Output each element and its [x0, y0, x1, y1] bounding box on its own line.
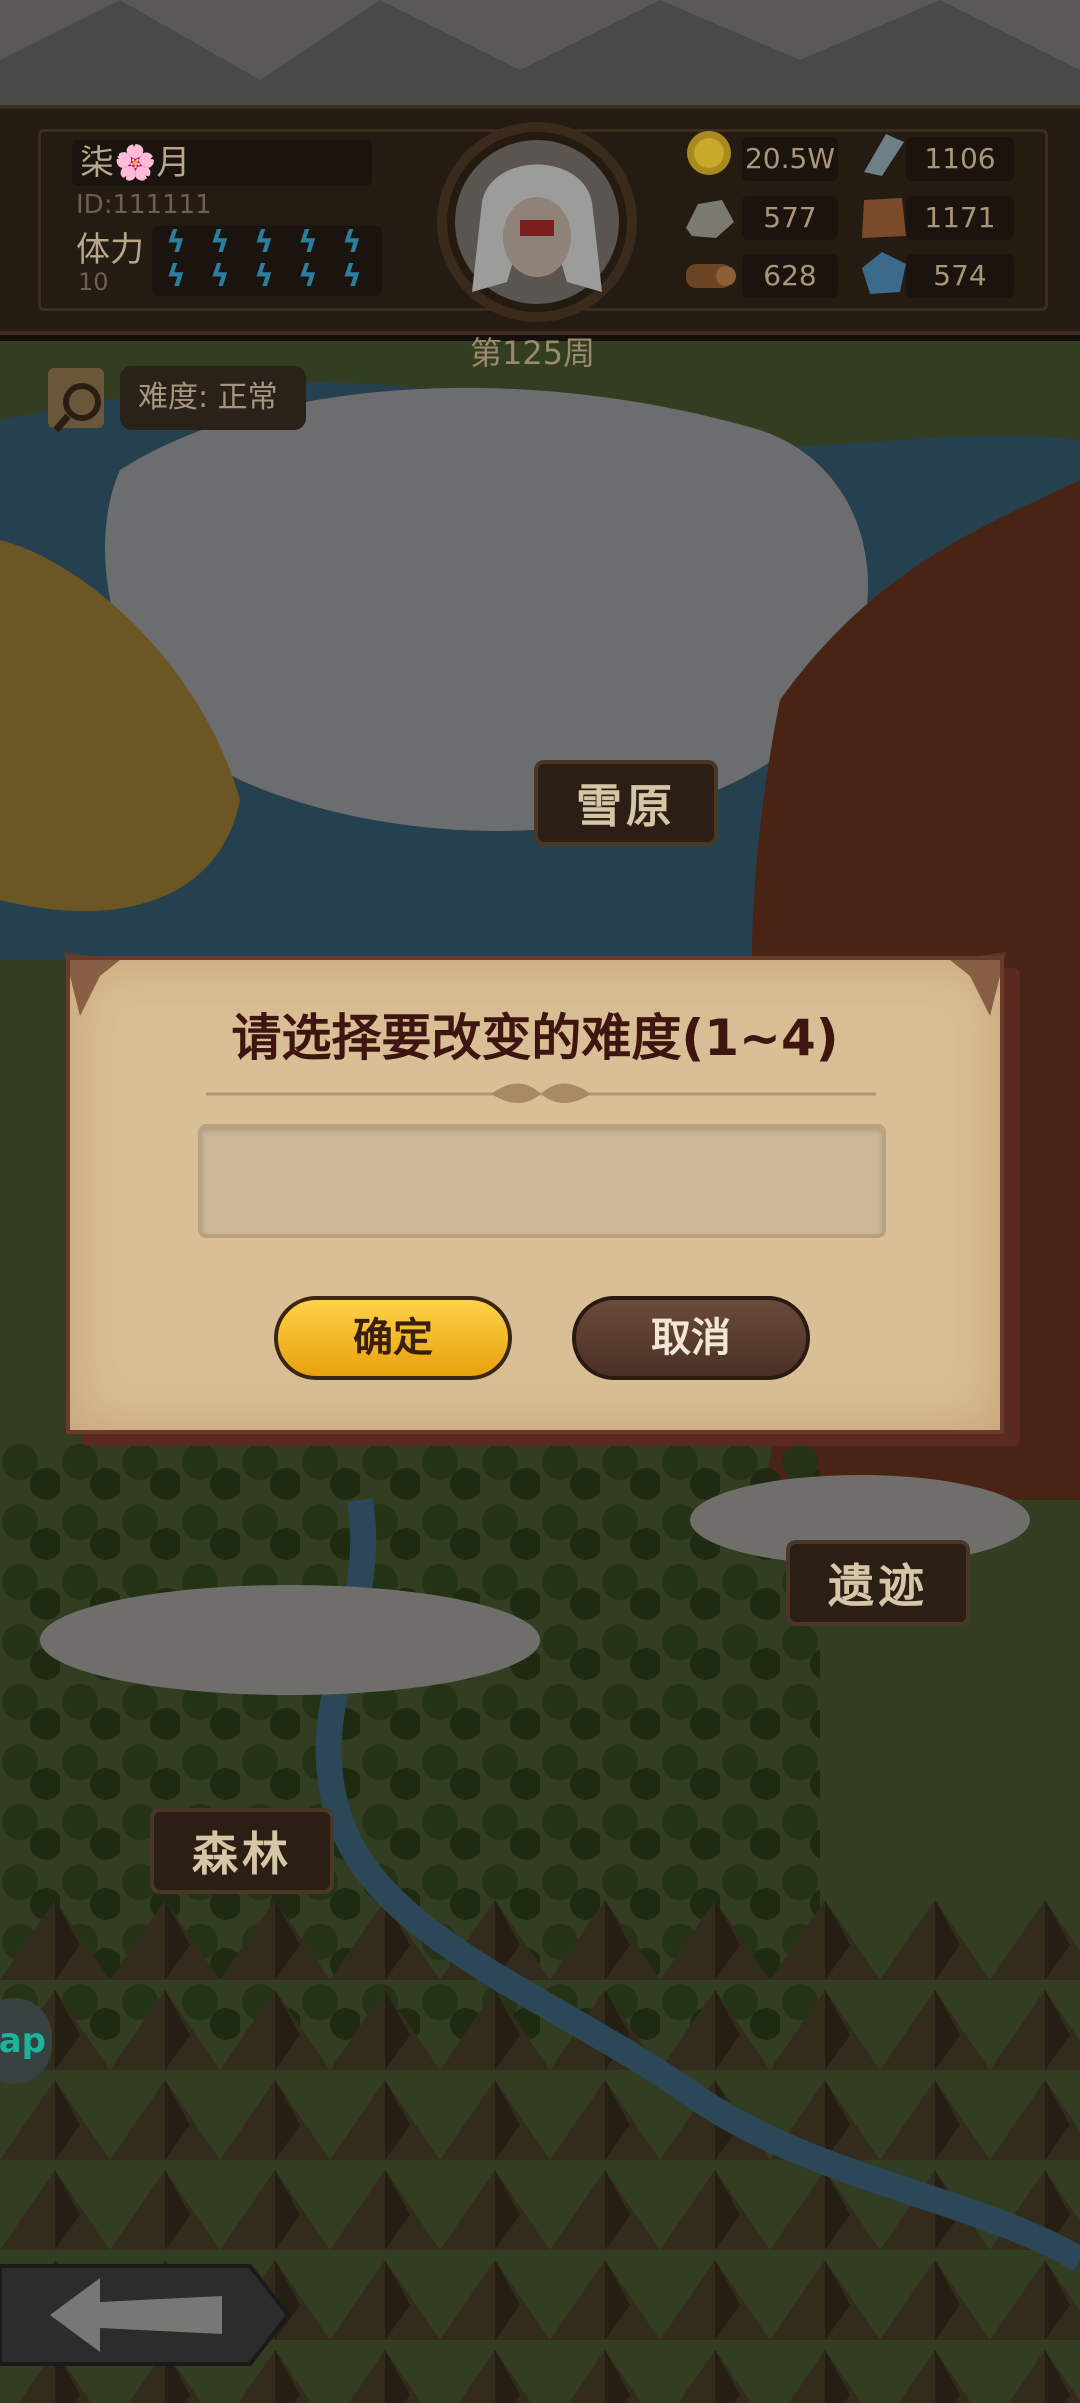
stamina-bolt-icon: ϟ — [342, 225, 362, 260]
stamina-bar: ϟ ϟ ϟ ϟ ϟ ϟ ϟ ϟ ϟ ϟ — [152, 226, 382, 296]
gem-amount: 574 — [906, 254, 1014, 298]
wood-amount: 628 — [742, 254, 838, 298]
difficulty-input[interactable] — [198, 1124, 886, 1238]
back-arrow-button[interactable] — [0, 2250, 290, 2380]
region-label-ruins[interactable]: 遗迹 — [786, 1540, 970, 1626]
stamina-bolt-icon: ϟ — [166, 225, 186, 260]
stamina-bolt-icon: ϟ — [210, 259, 230, 294]
week-counter: 第125周 — [470, 334, 596, 372]
stamina-bolt-icon: ϟ — [166, 259, 186, 294]
region-label-forest[interactable]: 森林 — [150, 1808, 334, 1894]
ornamental-divider — [206, 1083, 876, 1103]
region-label-snowfield[interactable]: 雪原 — [534, 760, 718, 846]
difficulty-button[interactable]: 难度: 正常 — [38, 358, 308, 438]
crystal-shard-icon — [864, 134, 904, 176]
difficulty-dialog: 请选择要改变的难度(1~4) 确定 取消 — [64, 952, 1006, 1434]
stamina-value: 10 — [78, 268, 109, 296]
cancel-button[interactable]: 取消 — [572, 1296, 810, 1380]
stamina-bolt-icon: ϟ — [342, 259, 362, 294]
scroll-magnifier-icon — [48, 368, 104, 433]
stamina-bolt-icon: ϟ — [298, 225, 318, 260]
stone-ore-icon — [686, 200, 734, 238]
wood-log-icon — [686, 264, 736, 288]
stamina-label: 体力 — [76, 230, 144, 270]
confirm-label: 确定 — [353, 1315, 433, 1361]
gold-amount: 20.5W — [742, 137, 838, 181]
confirm-button[interactable]: 确定 — [274, 1296, 512, 1380]
player-avatar[interactable] — [432, 112, 642, 342]
cancel-label: 取消 — [651, 1315, 731, 1361]
stamina-bolt-icon: ϟ — [210, 225, 230, 260]
stamina-bolt-icon: ϟ — [298, 259, 318, 294]
player-name: 柒🌸月 — [72, 140, 372, 186]
dialog-title: 请选择要改变的难度(1~4) — [231, 1009, 839, 1067]
stamina-bolt-icon: ϟ — [254, 225, 274, 260]
stone-amount: 577 — [742, 196, 838, 240]
leather-amount: 1171 — [906, 196, 1014, 240]
leather-hide-icon — [862, 198, 906, 238]
gold-coin-icon — [687, 131, 731, 175]
stamina-bolt-icon: ϟ — [254, 259, 274, 294]
blue-gem-icon — [862, 252, 906, 294]
crystal-amount: 1106 — [906, 137, 1014, 181]
player-id: ID:111111 — [76, 190, 212, 220]
difficulty-label: 难度: 正常 — [120, 366, 306, 430]
